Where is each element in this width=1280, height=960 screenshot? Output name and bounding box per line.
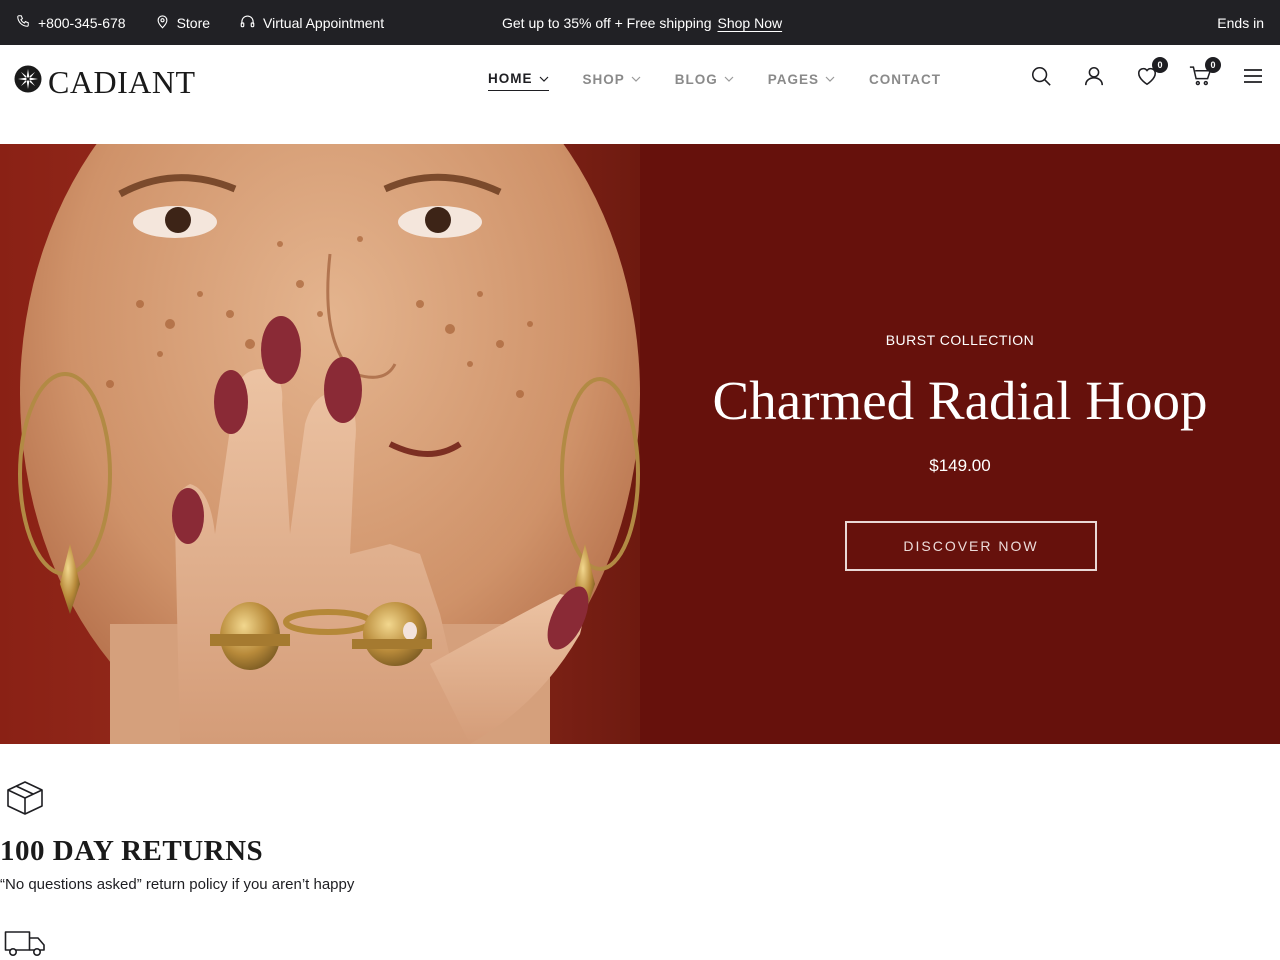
- truck-icon: [4, 928, 46, 960]
- user-icon: [1084, 66, 1104, 86]
- nav-pages[interactable]: PAGES: [768, 72, 835, 91]
- nav-contact-label: CONTACT: [869, 71, 942, 87]
- chevron-down-icon: [631, 76, 641, 82]
- hero-model-image: [0, 144, 640, 744]
- chevron-down-icon: [724, 76, 734, 82]
- feature-shipping: [0, 928, 46, 960]
- logo-burst-icon: [14, 65, 42, 98]
- logo-wordmark: CADIANT: [48, 63, 196, 100]
- topbar-contact-links: +800-345-678 Store Virtual Appointment: [16, 0, 414, 45]
- menu-button[interactable]: [1240, 63, 1266, 89]
- nav-contact[interactable]: CONTACT: [869, 72, 941, 91]
- announcement-bar: +800-345-678 Store Virtual Appointment G…: [0, 0, 1280, 45]
- hamburger-menu-icon: [1244, 69, 1262, 83]
- feature-description: “No questions asked” return policy if yo…: [0, 876, 355, 893]
- nav-blog-label: BLOG: [674, 71, 718, 87]
- shop-now-link[interactable]: Shop Now: [718, 15, 783, 31]
- chevron-down-icon: [825, 76, 835, 82]
- cart-count-badge: 0: [1205, 57, 1221, 73]
- nav-blog[interactable]: BLOG: [675, 72, 734, 91]
- box-icon: [6, 780, 354, 821]
- store-link[interactable]: Store: [156, 14, 210, 32]
- hero-price: $149.00: [929, 456, 991, 475]
- countdown-label: Ends in: [1217, 14, 1264, 31]
- nav-shop-label: SHOP: [582, 71, 625, 87]
- chevron-down-icon: [539, 76, 548, 82]
- promo-message: Get up to 35% off + Free shipping Shop N…: [502, 0, 782, 45]
- phone-icon: [16, 14, 38, 31]
- search-button[interactable]: [1028, 63, 1054, 89]
- site-logo[interactable]: CADIANT: [14, 65, 195, 98]
- nav-home[interactable]: HOME: [488, 71, 549, 91]
- site-header: CADIANT HOME SHOP BLOG PAGES CONTACT 0 0: [0, 45, 1280, 144]
- wishlist-count-badge: 0: [1152, 57, 1168, 73]
- hero-title: Charmed Radial Hoop: [712, 370, 1208, 431]
- main-nav: HOME SHOP BLOG PAGES CONTACT: [488, 71, 975, 91]
- map-pin-icon: [156, 14, 177, 32]
- nav-shop[interactable]: SHOP: [583, 72, 641, 91]
- account-button[interactable]: [1081, 63, 1107, 89]
- search-icon: [1031, 66, 1051, 86]
- headphones-icon: [240, 14, 263, 31]
- cart-button[interactable]: 0: [1187, 57, 1221, 89]
- header-actions: 0 0: [1001, 57, 1266, 89]
- countdown: Ends in: [1217, 0, 1264, 45]
- discover-now-button[interactable]: DISCOVER NOW: [845, 521, 1097, 571]
- feature-title: 100 DAY RETURNS: [0, 835, 264, 867]
- hero-collection-label: BURST COLLECTION: [885, 332, 1035, 348]
- appointment-label: Virtual Appointment: [263, 14, 385, 31]
- phone-link[interactable]: +800-345-678: [16, 14, 126, 31]
- hero-content-panel: BURST COLLECTION Charmed Radial Hoop $14…: [640, 144, 1280, 744]
- feature-returns: 100 DAY RETURNS “No questions asked” ret…: [0, 780, 354, 893]
- virtual-appointment-link[interactable]: Virtual Appointment: [240, 14, 384, 31]
- phone-number: +800-345-678: [38, 14, 126, 31]
- hero-banner: BURST COLLECTION Charmed Radial Hoop $14…: [0, 144, 1280, 744]
- promo-text: Get up to 35% off + Free shipping: [502, 14, 712, 31]
- store-label: Store: [176, 14, 211, 31]
- nav-home-label: HOME: [488, 71, 533, 86]
- nav-pages-label: PAGES: [767, 71, 820, 87]
- wishlist-button[interactable]: 0: [1134, 57, 1168, 89]
